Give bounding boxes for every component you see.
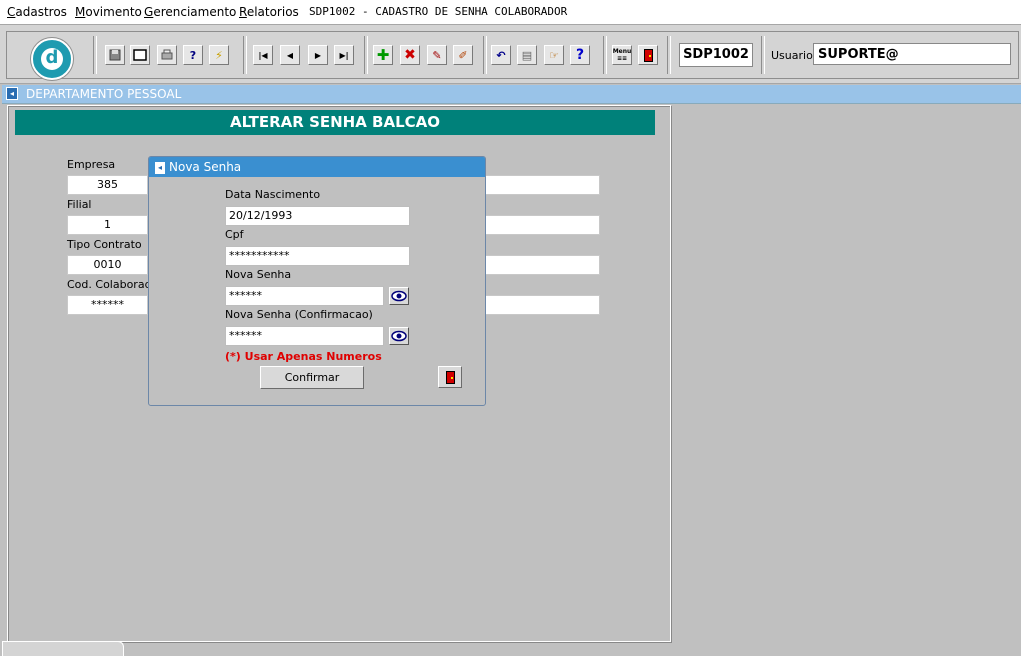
department-title: DEPARTAMENTO PESSOAL: [26, 87, 182, 101]
show-password-button[interactable]: [389, 287, 409, 305]
empresa-description-field: [485, 175, 600, 195]
toolbar-separator: [761, 36, 765, 74]
toolbar-separator: [243, 36, 247, 74]
menu-cadastros[interactable]: Cadastros: [7, 5, 67, 19]
eye-icon: [391, 330, 407, 342]
print-icon[interactable]: [157, 45, 177, 65]
toolbar-separator: [483, 36, 487, 74]
department-bar: ◂ DEPARTAMENTO PESSOAL: [2, 85, 1021, 104]
next-record-icon[interactable]: ▶: [308, 45, 328, 65]
logo-letter: d: [41, 48, 63, 70]
toolbar-separator: [667, 36, 671, 74]
empresa-field[interactable]: 385: [67, 175, 148, 195]
data-nascimento-label: Data Nascimento: [225, 188, 321, 201]
clipboard-icon[interactable]: ▤: [517, 45, 537, 65]
dialog-titlebar: ◂ Nova Senha: [149, 157, 485, 177]
menu-icon-lines: ≡≡: [616, 55, 628, 62]
menu-movimento[interactable]: Movimento: [75, 5, 142, 19]
menu-icon-text: Menu: [612, 48, 632, 55]
menu-bar: Cadastros Movimento Gerenciamento Relato…: [0, 0, 1021, 24]
last-record-icon[interactable]: ▶|: [334, 45, 354, 65]
first-record-icon[interactable]: |◀: [253, 45, 273, 65]
filial-field[interactable]: 1: [67, 215, 148, 235]
tipo-contrato-description-field: [485, 255, 600, 275]
empresa-label: Empresa: [67, 158, 116, 171]
page-title: ALTERAR SENHA BALCAO: [15, 110, 655, 135]
toolbar-separator: [93, 36, 97, 74]
cpf-field[interactable]: ***********: [225, 246, 410, 266]
form-icon: ◂: [155, 162, 165, 174]
confirmacao-field[interactable]: ******: [225, 326, 384, 346]
add-record-icon[interactable]: ✚: [373, 45, 393, 65]
door-icon: [445, 370, 455, 384]
data-nascimento-field[interactable]: 20/12/1993: [225, 206, 410, 226]
filial-description-field: [485, 215, 600, 235]
edit-record-icon[interactable]: ✎: [427, 45, 447, 65]
confirmacao-label: Nova Senha (Confirmacao): [225, 308, 373, 321]
previous-record-icon[interactable]: ◀: [280, 45, 300, 65]
delete-record-icon[interactable]: ✖: [400, 45, 420, 65]
door-icon: [643, 48, 653, 62]
clear-icon[interactable]: ✐: [453, 45, 473, 65]
run-icon[interactable]: ⚡: [209, 45, 229, 65]
toolbar-separator: [364, 36, 368, 74]
dialog-exit-button[interactable]: [438, 366, 462, 388]
window-title: SDP1002 - CADASTRO DE SENHA COLABORADOR: [309, 5, 568, 18]
exit-icon[interactable]: [638, 45, 658, 65]
colaborador-name-field: [485, 295, 600, 315]
nova-senha-label: Nova Senha: [225, 268, 292, 281]
toolbar: d ? ⚡ |◀ ◀ ▶ ▶| ✚ ✖ ✎ ✐ ↶ ▤ ☞ ? Menu ≡≡ S…: [0, 24, 1021, 84]
undo-icon[interactable]: ↶: [491, 45, 511, 65]
tipo-contrato-label: Tipo Contrato: [67, 238, 142, 251]
menu-gerenciamento[interactable]: Gerenciamento: [144, 5, 236, 19]
toolbar-separator: [603, 36, 607, 74]
nova-senha-dialog: ◂ Nova Senha Data Nascimento 20/12/1993 …: [148, 156, 486, 406]
cod-colaborador-field[interactable]: ******: [67, 295, 148, 315]
toolbar-panel: d ? ⚡ |◀ ◀ ▶ ▶| ✚ ✖ ✎ ✐ ↶ ▤ ☞ ? Menu ≡≡ S…: [6, 31, 1019, 80]
help-hand-icon[interactable]: ☞: [544, 45, 564, 65]
help-icon[interactable]: ?: [570, 45, 590, 65]
confirm-button[interactable]: Confirmar: [260, 366, 364, 389]
save-icon[interactable]: [105, 45, 125, 65]
nova-senha-field[interactable]: ******: [225, 286, 384, 306]
dialog-title: Nova Senha: [169, 160, 242, 174]
form-icon: ◂: [6, 87, 18, 100]
bottom-tab[interactable]: [2, 641, 124, 656]
numbers-only-note: (*) Usar Apenas Numeros: [225, 350, 382, 363]
app-logo: d: [31, 38, 73, 80]
tipo-contrato-field[interactable]: 0010: [67, 255, 148, 275]
window-icon[interactable]: [130, 45, 150, 65]
query-icon[interactable]: ?: [183, 45, 203, 65]
eye-icon: [391, 290, 407, 302]
menu-relatorios[interactable]: Relatorios: [239, 5, 299, 19]
menu-icon[interactable]: Menu ≡≡: [612, 45, 632, 65]
filial-label: Filial: [67, 198, 92, 211]
show-confirmation-button[interactable]: [389, 327, 409, 345]
cpf-label: Cpf: [225, 228, 244, 241]
form-code: SDP1002: [679, 43, 753, 67]
user-label: Usuario: [771, 49, 813, 62]
user-field: SUPORTE@: [813, 43, 1011, 65]
